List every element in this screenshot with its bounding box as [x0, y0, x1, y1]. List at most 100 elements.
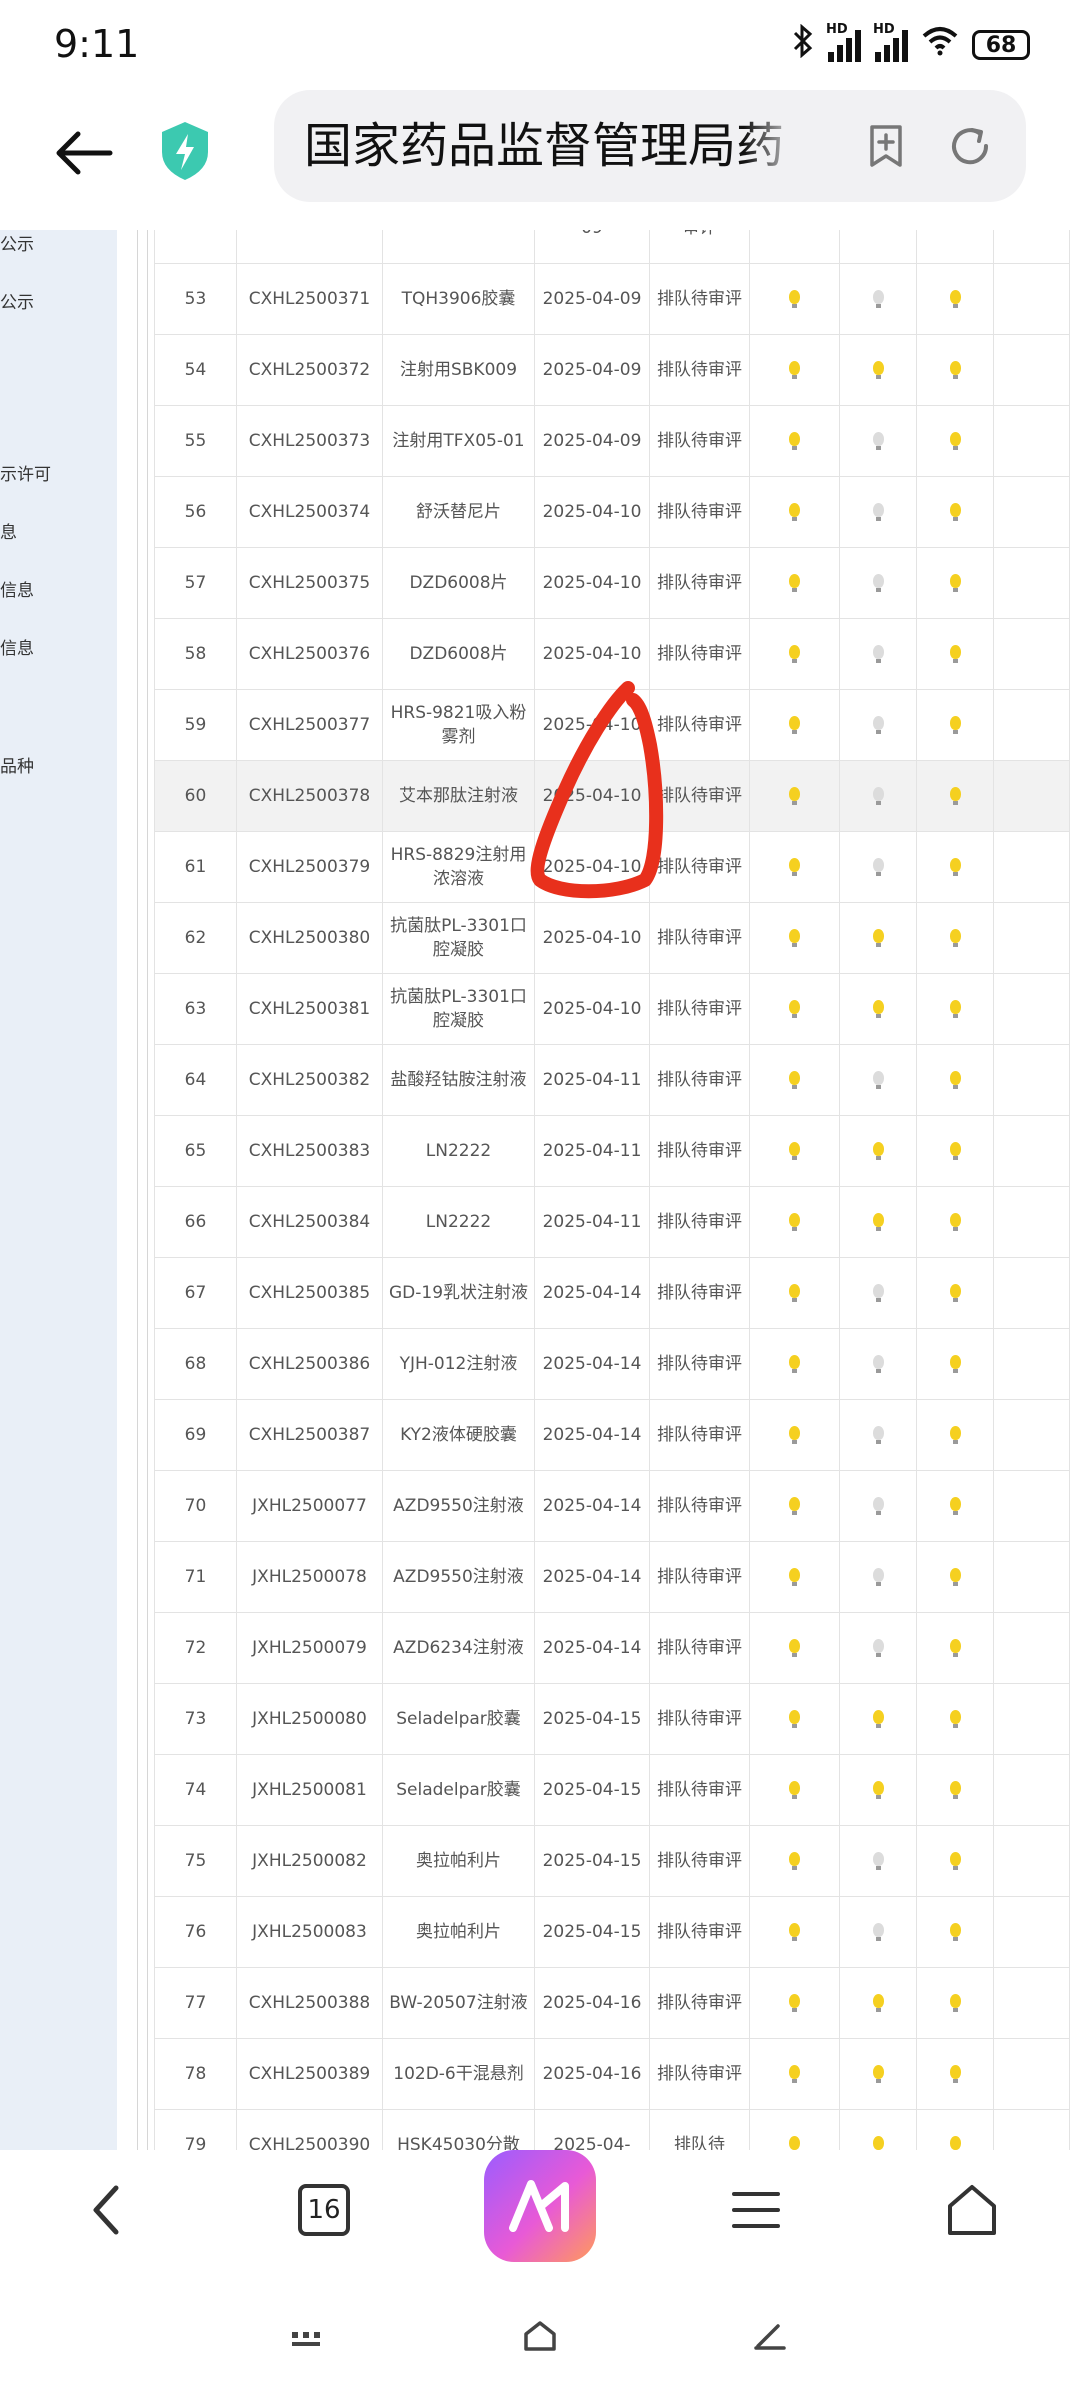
status-light-cell — [749, 902, 840, 974]
recent-apps-button[interactable] — [290, 2330, 322, 2354]
row-number-cell: 54 — [154, 334, 237, 406]
sidebar-item[interactable]: 息 — [0, 518, 17, 543]
acceptance-number-cell[interactable]: JXHL2500081 — [236, 1754, 383, 1826]
acceptance-number-cell[interactable]: CXHL2500386 — [236, 1328, 383, 1400]
acceptance-number-cell[interactable]: CXHL2500373 — [236, 405, 383, 477]
table-row: 61 CXHL2500379 HRS-8829注射用浓溶液 2025-04-10 排队待… — [154, 831, 1070, 903]
acceptance-number-cell[interactable]: CXHL2500390 — [236, 2109, 383, 2150]
system-back-button[interactable] — [752, 2320, 788, 2356]
lightbulb-icon — [789, 858, 800, 876]
drug-name-cell: AZD9550注射液 — [382, 1541, 535, 1613]
table-row: 79 CXHL2500390 HSK45030分散 2025-04- 排队待 — [154, 2109, 1070, 2150]
acceptance-number-cell[interactable]: CXHL2500375 — [236, 547, 383, 619]
drug-name-cell: BW-20507注射液 — [382, 1967, 535, 2039]
status-light-cell — [749, 1399, 840, 1471]
acceptance-number-cell[interactable] — [236, 230, 383, 264]
acceptance-number-cell[interactable]: CXHL2500379 — [236, 831, 383, 903]
nav-back-button[interactable] — [56, 2160, 156, 2260]
undertake-date-cell: 2025-04-11 — [534, 1186, 650, 1258]
acceptance-number-cell[interactable]: CXHL2500388 — [236, 1967, 383, 2039]
status-light-cell — [839, 902, 917, 974]
lightbulb-icon — [949, 1852, 961, 1870]
acceptance-number-cell[interactable]: CXHL2500377 — [236, 689, 383, 761]
table-row: 73 JXHL2500080 Seladelpar胶囊 2025-04-15 排队待审评 — [154, 1683, 1070, 1755]
undertake-date-cell: 2025-04-10 — [534, 689, 650, 761]
tab-count: 16 — [298, 2184, 350, 2236]
acceptance-number-cell[interactable]: CXHL2500371 — [236, 263, 383, 335]
review-status-cell: 排队待审评 — [649, 973, 750, 1045]
table-row: 09审评 — [154, 230, 1070, 264]
undertake-date-cell: 2025-04-15 — [534, 1683, 650, 1755]
table-row: 63 CXHL2500381 抗菌肽PL-3301口腔凝胶 2025-04-10 排队待… — [154, 973, 1070, 1045]
lightbulb-icon — [949, 787, 961, 805]
address-text[interactable]: 国家药品监督管理局药 — [304, 114, 784, 178]
acceptance-number-cell[interactable]: CXHL2500387 — [236, 1399, 383, 1471]
system-home-button[interactable] — [522, 2320, 558, 2356]
bookmark-add-icon[interactable] — [864, 124, 908, 168]
acceptance-number-cell[interactable]: JXHL2500077 — [236, 1470, 383, 1542]
status-light-cell — [839, 1683, 917, 1755]
sidebar-item[interactable]: 公示 — [0, 230, 34, 255]
table-row: 74 JXHL2500081 Seladelpar胶囊 2025-04-15 排队待审评 — [154, 1754, 1070, 1826]
undertake-date-cell: 2025-04-16 — [534, 2038, 650, 2110]
lightbulb-icon — [949, 361, 961, 379]
home-button[interactable] — [922, 2160, 1022, 2260]
row-number-cell: 68 — [154, 1328, 237, 1400]
acceptance-number-cell[interactable]: CXHL2500372 — [236, 334, 383, 406]
acceptance-number-cell[interactable]: CXHL2500376 — [236, 618, 383, 690]
undertake-date-cell: 09 — [534, 230, 650, 264]
security-shield-icon[interactable] — [158, 120, 212, 182]
tabs-button[interactable]: 16 — [274, 2160, 374, 2260]
acceptance-number-cell[interactable]: CXHL2500380 — [236, 902, 383, 974]
sidebar-item[interactable]: 示许可 — [0, 460, 51, 485]
acceptance-number-cell[interactable]: JXHL2500079 — [236, 1612, 383, 1684]
acceptance-number-cell[interactable]: CXHL2500382 — [236, 1044, 383, 1116]
status-light-cell — [839, 1896, 917, 1968]
status-light-cell — [839, 2109, 917, 2150]
row-number-cell: 58 — [154, 618, 237, 690]
status-light-cell — [916, 1399, 994, 1471]
reload-icon[interactable] — [946, 122, 994, 170]
sidebar-item[interactable]: 公示 — [0, 288, 34, 313]
ai-assistant-button[interactable] — [484, 2150, 596, 2262]
acceptance-number-cell[interactable]: CXHL2500389 — [236, 2038, 383, 2110]
acceptance-number-cell[interactable]: JXHL2500080 — [236, 1683, 383, 1755]
lightbulb-icon — [789, 290, 800, 308]
row-number-cell: 53 — [154, 263, 237, 335]
acceptance-number-cell[interactable]: CXHL2500385 — [236, 1257, 383, 1329]
drug-name-cell: 抗菌肽PL-3301口腔凝胶 — [382, 902, 535, 974]
acceptance-number-cell[interactable]: JXHL2500078 — [236, 1541, 383, 1613]
review-status-cell: 排队待审评 — [649, 1967, 750, 2039]
empty-cell — [993, 973, 1070, 1045]
empty-cell — [993, 1186, 1070, 1258]
back-button[interactable] — [50, 118, 120, 188]
sidebar-item[interactable]: 信息 — [0, 634, 34, 659]
acceptance-number-cell[interactable]: CXHL2500381 — [236, 973, 383, 1045]
sidebar-item[interactable]: 品种 — [0, 752, 34, 777]
undertake-date-cell: 2025-04-14 — [534, 1399, 650, 1471]
address-bar[interactable]: 国家药品监督管理局药 — [274, 90, 1026, 202]
empty-cell — [993, 902, 1070, 974]
acceptance-number-cell[interactable]: CXHL2500374 — [236, 476, 383, 548]
menu-button[interactable] — [706, 2160, 806, 2260]
row-number-cell: 75 — [154, 1825, 237, 1897]
lightbulb-icon — [949, 1639, 961, 1657]
table-row: 78 CXHL2500389 102D-6干混悬剂 2025-04-16 排队待审评 — [154, 2038, 1070, 2110]
table-row: 72 JXHL2500079 AZD6234注射液 2025-04-14 排队待审评 — [154, 1612, 1070, 1684]
lightbulb-icon — [872, 1000, 884, 1018]
lightbulb-icon — [789, 1071, 800, 1089]
empty-cell — [993, 334, 1070, 406]
acceptance-number-cell[interactable]: CXHL2500378 — [236, 760, 383, 832]
acceptance-number-cell[interactable]: JXHL2500082 — [236, 1825, 383, 1897]
sidebar-item[interactable]: 信息 — [0, 576, 34, 601]
acceptance-number-cell[interactable]: CXHL2500383 — [236, 1115, 383, 1187]
table-row: 55 CXHL2500373 注射用TFX05-01 2025-04-09 排队待审评 — [154, 405, 1070, 477]
acceptance-number-cell[interactable]: JXHL2500083 — [236, 1896, 383, 1968]
acceptance-number-cell[interactable]: CXHL2500384 — [236, 1186, 383, 1258]
row-number-cell: 71 — [154, 1541, 237, 1613]
status-light-cell — [916, 1328, 994, 1400]
row-number-cell: 59 — [154, 689, 237, 761]
row-number-cell: 78 — [154, 2038, 237, 2110]
lightbulb-icon — [789, 1568, 800, 1586]
lightbulb-icon — [872, 929, 884, 947]
